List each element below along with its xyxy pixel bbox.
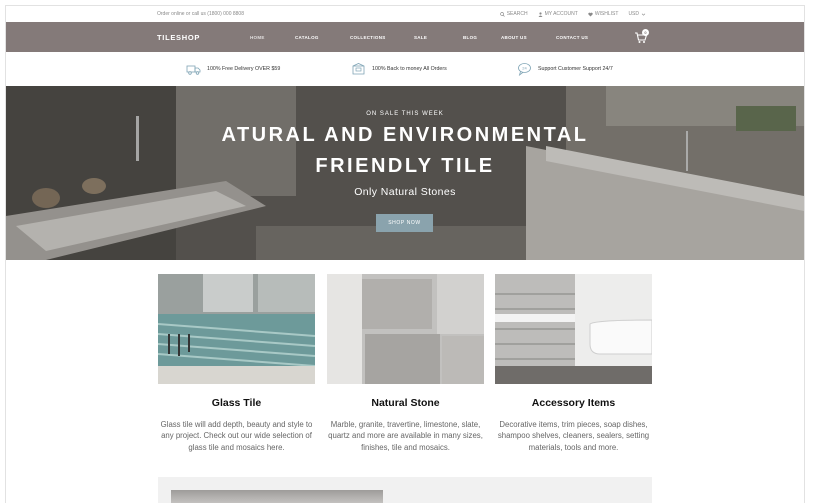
utility-links: SEARCH MY ACCOUNT WISHLIST USD xyxy=(499,11,646,17)
search-link-label: SEARCH xyxy=(506,11,528,17)
nav-item-about-us[interactable]: ABOUT US xyxy=(501,35,556,40)
heart-icon xyxy=(588,12,593,17)
main-navigation: TILESHOP HOME CATALOG COLLECTIONS SALE B… xyxy=(6,22,804,52)
hero-subline: Only Natural Stones xyxy=(354,186,456,198)
currency-label: USD xyxy=(628,11,639,17)
glass-tile-title[interactable]: Glass Tile xyxy=(158,397,315,409)
category-glass-tile[interactable]: Glass Tile Glass tile will add depth, be… xyxy=(158,274,315,452)
hero-banner: ON SALE THIS WEEK ATURAL AND ENVIRONMENT… xyxy=(6,86,804,260)
cart-button[interactable]: 0 xyxy=(634,29,649,44)
featured-section-band xyxy=(158,477,652,503)
accessory-items-description: Decorative items, trim pieces, soap dish… xyxy=(497,420,650,452)
wishlist-link[interactable]: WISHLIST xyxy=(588,11,619,17)
shop-now-button[interactable]: SHOP NOW xyxy=(376,214,433,232)
nav-item-sale[interactable]: SALE xyxy=(414,35,463,40)
wishlist-link-label: WISHLIST xyxy=(594,11,619,17)
truck-icon xyxy=(186,62,201,76)
natural-stone-title[interactable]: Natural Stone xyxy=(327,397,484,409)
page-frame: Order online or call us (1800) 000 8808 … xyxy=(5,5,805,503)
currency-select[interactable]: USD xyxy=(628,11,646,17)
natural-stone-image[interactable] xyxy=(327,274,484,384)
chat-icon: 24 xyxy=(517,62,532,77)
account-link[interactable]: MY ACCOUNT xyxy=(538,11,578,17)
box-icon xyxy=(351,62,366,76)
contact-text: Order online or call us (1800) 000 8808 xyxy=(157,11,244,17)
hero-eyebrow: ON SALE THIS WEEK xyxy=(366,111,444,117)
category-accessory-items[interactable]: Accessory Items Decorative items, trim p… xyxy=(495,274,652,452)
feature-free-delivery: 100% Free Delivery OVER $59 xyxy=(186,52,280,86)
feature-money-back-label: 100% Back to money All Orders xyxy=(372,66,447,72)
glass-tile-image[interactable] xyxy=(158,274,315,384)
feature-money-back: 100% Back to money All Orders xyxy=(351,52,447,86)
accessory-items-title[interactable]: Accessory Items xyxy=(495,397,652,409)
nav-item-blog[interactable]: BLOG xyxy=(463,35,501,40)
featured-section-image xyxy=(171,490,383,503)
nav-item-catalog[interactable]: CATALOG xyxy=(295,35,350,40)
accessory-items-image[interactable] xyxy=(495,274,652,384)
user-icon xyxy=(538,11,543,17)
hero-headline-line2: FRIENDLY TILE xyxy=(315,155,495,177)
glass-tile-description: Glass tile will add depth, beauty and st… xyxy=(160,420,313,452)
search-icon xyxy=(499,11,505,17)
search-link[interactable]: SEARCH xyxy=(499,11,528,17)
natural-stone-description: Marble, granite, travertine, limestone, … xyxy=(328,420,483,452)
svg-text:24: 24 xyxy=(522,66,527,71)
feature-free-delivery-label: 100% Free Delivery OVER $59 xyxy=(207,66,281,72)
feature-support-label: Support Customer Support 24/7 xyxy=(538,66,613,72)
cart-count-badge: 0 xyxy=(642,29,649,36)
site-logo[interactable]: TILESHOP xyxy=(157,33,200,42)
nav-menu: HOME CATALOG COLLECTIONS SALE BLOG ABOUT… xyxy=(250,35,588,40)
feature-support: 24 Support Customer Support 24/7 xyxy=(517,52,613,86)
chevron-down-icon xyxy=(641,12,646,17)
nav-item-contact-us[interactable]: CONTACT US xyxy=(556,35,588,40)
top-utility-bar: Order online or call us (1800) 000 8808 … xyxy=(6,6,804,22)
hero-headline-line1: ATURAL AND ENVIRONMENTAL xyxy=(221,124,589,146)
nav-item-home[interactable]: HOME xyxy=(250,35,295,40)
account-link-label: MY ACCOUNT xyxy=(544,11,578,17)
nav-item-collections[interactable]: COLLECTIONS xyxy=(350,35,414,40)
feature-strip: 100% Free Delivery OVER $59 100% Back to… xyxy=(6,52,804,86)
category-natural-stone[interactable]: Natural Stone Marble, granite, travertin… xyxy=(327,274,484,452)
